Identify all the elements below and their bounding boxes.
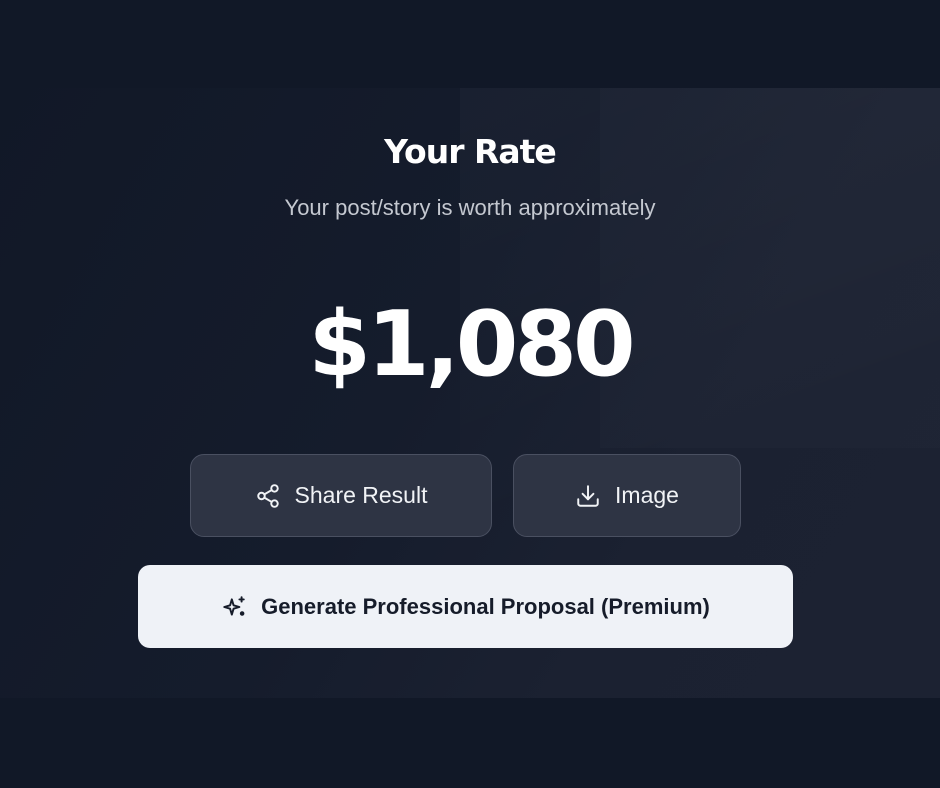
download-image-button[interactable]: Image: [513, 454, 741, 537]
sparkles-icon: [221, 594, 247, 620]
share-result-label: Share Result: [294, 482, 428, 508]
page: Your Rate Your post/story is worth appro…: [0, 0, 940, 788]
rate-subtitle: Your post/story is worth approximately: [284, 195, 656, 220]
generate-proposal-button[interactable]: Generate Professional Proposal (Premium): [138, 565, 793, 648]
download-image-label: Image: [615, 482, 679, 508]
share-result-button[interactable]: Share Result: [190, 454, 492, 537]
download-icon: [575, 483, 601, 509]
rate-title: Your Rate: [384, 132, 557, 171]
share-icon: [255, 483, 281, 509]
rate-amount: $1,080: [308, 292, 635, 397]
generate-proposal-label: Generate Professional Proposal (Premium): [261, 593, 710, 619]
